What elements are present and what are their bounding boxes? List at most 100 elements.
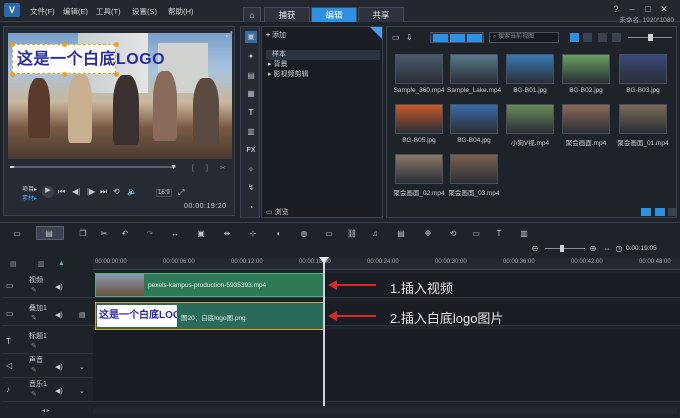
track-manager-icon[interactable]: ▤ [10, 260, 17, 268]
zoom-slider-thumb[interactable] [560, 245, 564, 252]
track-mute-icon[interactable]: ◀) [55, 387, 63, 395]
browse-button[interactable]: ▭ 浏览 [266, 208, 380, 218]
audio-icon[interactable]: ♫ [368, 228, 382, 240]
tree-item-clips[interactable]: ▸ 影视频剪辑 [266, 70, 380, 80]
resize-handle[interactable] [62, 72, 67, 77]
video-clip[interactable]: pexels-kampus-production-5935393.mp4 [95, 273, 325, 297]
mode-project[interactable]: 项目▸ [22, 184, 37, 193]
import-icon[interactable]: ⇩ [406, 33, 413, 43]
tree-item-samples[interactable]: 样本 [266, 50, 380, 60]
smart-icon[interactable]: ▥ [517, 228, 531, 240]
scrubber-thumb[interactable]: ▼ [170, 163, 177, 173]
sort-icon[interactable] [598, 33, 607, 42]
add-track-icon[interactable]: ▥ [38, 260, 45, 268]
mark-in-icon[interactable]: [ [192, 164, 194, 174]
track-edit-icon[interactable]: ✎ [31, 314, 37, 322]
end-button[interactable]: ⏭ [100, 187, 107, 197]
tab-share[interactable]: 共享 [358, 7, 404, 22]
menu-edit[interactable]: 编辑(E) [63, 6, 88, 17]
prev-frame-button[interactable]: ◀| [72, 187, 80, 197]
preview-timecode[interactable]: 00:00:19:20 [184, 203, 226, 210]
playhead-handle[interactable] [319, 257, 329, 264]
home-tab[interactable]: ⌂ [243, 7, 261, 22]
track-edit-icon[interactable]: ✎ [31, 390, 37, 398]
menu-settings[interactable]: 设置(S) [132, 6, 157, 17]
mask-icon[interactable]: ◍ [297, 228, 311, 240]
media-filter-toggle[interactable] [430, 32, 484, 43]
template-icon[interactable]: ▦ [245, 88, 257, 100]
expand-icon[interactable]: ⤢ [224, 30, 234, 40]
graphics-icon[interactable]: ▥ [245, 126, 257, 138]
search-input[interactable]: ⌕ 搜索当前视图 [489, 32, 559, 43]
track-mute-icon[interactable]: ◀) [55, 363, 63, 371]
home-button[interactable]: ⏮ [58, 187, 65, 197]
speed-icon[interactable]: ◔ [245, 202, 257, 214]
media-thumbnail[interactable] [619, 54, 667, 84]
zoom-in-icon[interactable]: ⊕ [586, 243, 600, 255]
media-thumbnail[interactable] [395, 54, 443, 84]
resize-handle[interactable] [114, 42, 119, 47]
track-icon[interactable]: ▭ [469, 228, 483, 240]
zoom-slider[interactable] [545, 248, 585, 249]
media-thumbnail[interactable] [562, 104, 610, 134]
split-icon[interactable]: ✂ [220, 164, 226, 174]
undo-icon[interactable]: ↶ [118, 228, 132, 240]
track-edit-icon[interactable]: ✎ [31, 286, 37, 294]
view-toggle-icon[interactable] [641, 208, 651, 216]
resize-handle[interactable] [10, 42, 15, 47]
media-thumbnail[interactable] [619, 104, 667, 134]
folder-open-icon[interactable]: ▭ [392, 33, 400, 43]
record-icon[interactable]: ▣ [194, 228, 208, 240]
split-screen-icon[interactable]: ⇹ [220, 228, 234, 240]
project-duration[interactable]: 0:00:19:05 [626, 245, 657, 252]
zoom-out-icon[interactable]: ⊖ [528, 243, 542, 255]
tree-item-backgrounds[interactable]: ▸ 背景 [266, 60, 380, 70]
track-lane[interactable] [93, 377, 680, 402]
track-lane[interactable] [93, 329, 680, 354]
color-icon[interactable]: ◐ [272, 228, 286, 240]
storyboard-view-icon[interactable]: ▭ [10, 228, 24, 240]
overlay-clip[interactable]: 这是一个白底LOGO 图20：白底logo图.png [95, 302, 325, 330]
add-folder-button[interactable]: + 添加 [266, 31, 380, 41]
track-header[interactable]: ♪ 音乐1 ✎ ◀) ⌄ [3, 377, 93, 402]
instant-project-icon[interactable]: ✦ [245, 51, 257, 63]
text-icon[interactable]: T [492, 228, 506, 240]
tab-edit[interactable]: 编辑 [311, 7, 357, 22]
motion-icon[interactable]: ⊹ [246, 228, 260, 240]
mark-out-icon[interactable]: ] [206, 164, 208, 174]
media-thumbnail[interactable] [450, 154, 498, 184]
fx-icon[interactable]: FX [245, 145, 257, 157]
resize-handle[interactable] [114, 72, 119, 77]
scroll-nav-icon[interactable]: ◂ ▸ [42, 407, 50, 414]
image-filter-icon[interactable] [450, 34, 465, 42]
media-icon[interactable]: ▣ [245, 31, 257, 43]
resize-handle[interactable] [62, 42, 67, 47]
loop-icon[interactable]: ⟲ [446, 228, 460, 240]
timeline-scrollbar[interactable] [93, 408, 677, 414]
title-icon[interactable]: T [245, 107, 257, 119]
chapter-icon[interactable]: ▲ [58, 260, 65, 267]
redo-icon[interactable]: ↷ [143, 228, 157, 240]
subtitle-icon[interactable]: ▭ [322, 228, 336, 240]
tab-capture[interactable]: 捕获 [264, 7, 310, 22]
caption-icon[interactable]: ▤ [394, 228, 408, 240]
track-options-icon[interactable]: ⌄ [79, 387, 85, 395]
media-thumbnail[interactable] [506, 104, 554, 134]
repeat-icon[interactable]: ⟲ [113, 187, 120, 197]
media-thumbnail[interactable] [395, 154, 443, 184]
preview-scrubber[interactable] [10, 166, 176, 168]
transition-icon[interactable]: ▤ [245, 70, 257, 82]
track-header[interactable]: ◁ 声音 ✎ ◀) ⌄ [3, 353, 93, 378]
effects-icon[interactable]: ❉ [421, 228, 435, 240]
track-lane[interactable] [93, 353, 680, 378]
copy-icon[interactable]: ❐ [76, 228, 90, 240]
media-thumbnail[interactable] [450, 104, 498, 134]
path-icon[interactable]: ↯ [245, 182, 257, 194]
media-thumbnail[interactable] [562, 54, 610, 84]
view-toggle-icon[interactable] [668, 208, 676, 216]
timeline-ruler[interactable]: 00:00:00:00 00:00:06:00 00:00:12:00 00:00:1… [93, 258, 680, 270]
fit-icon[interactable]: ↔ [168, 228, 182, 240]
menu-tools[interactable]: 工具(T) [96, 6, 121, 17]
volume-icon[interactable]: 🔈 [127, 187, 137, 197]
multi-cam-icon[interactable]: ✂ [97, 228, 111, 240]
